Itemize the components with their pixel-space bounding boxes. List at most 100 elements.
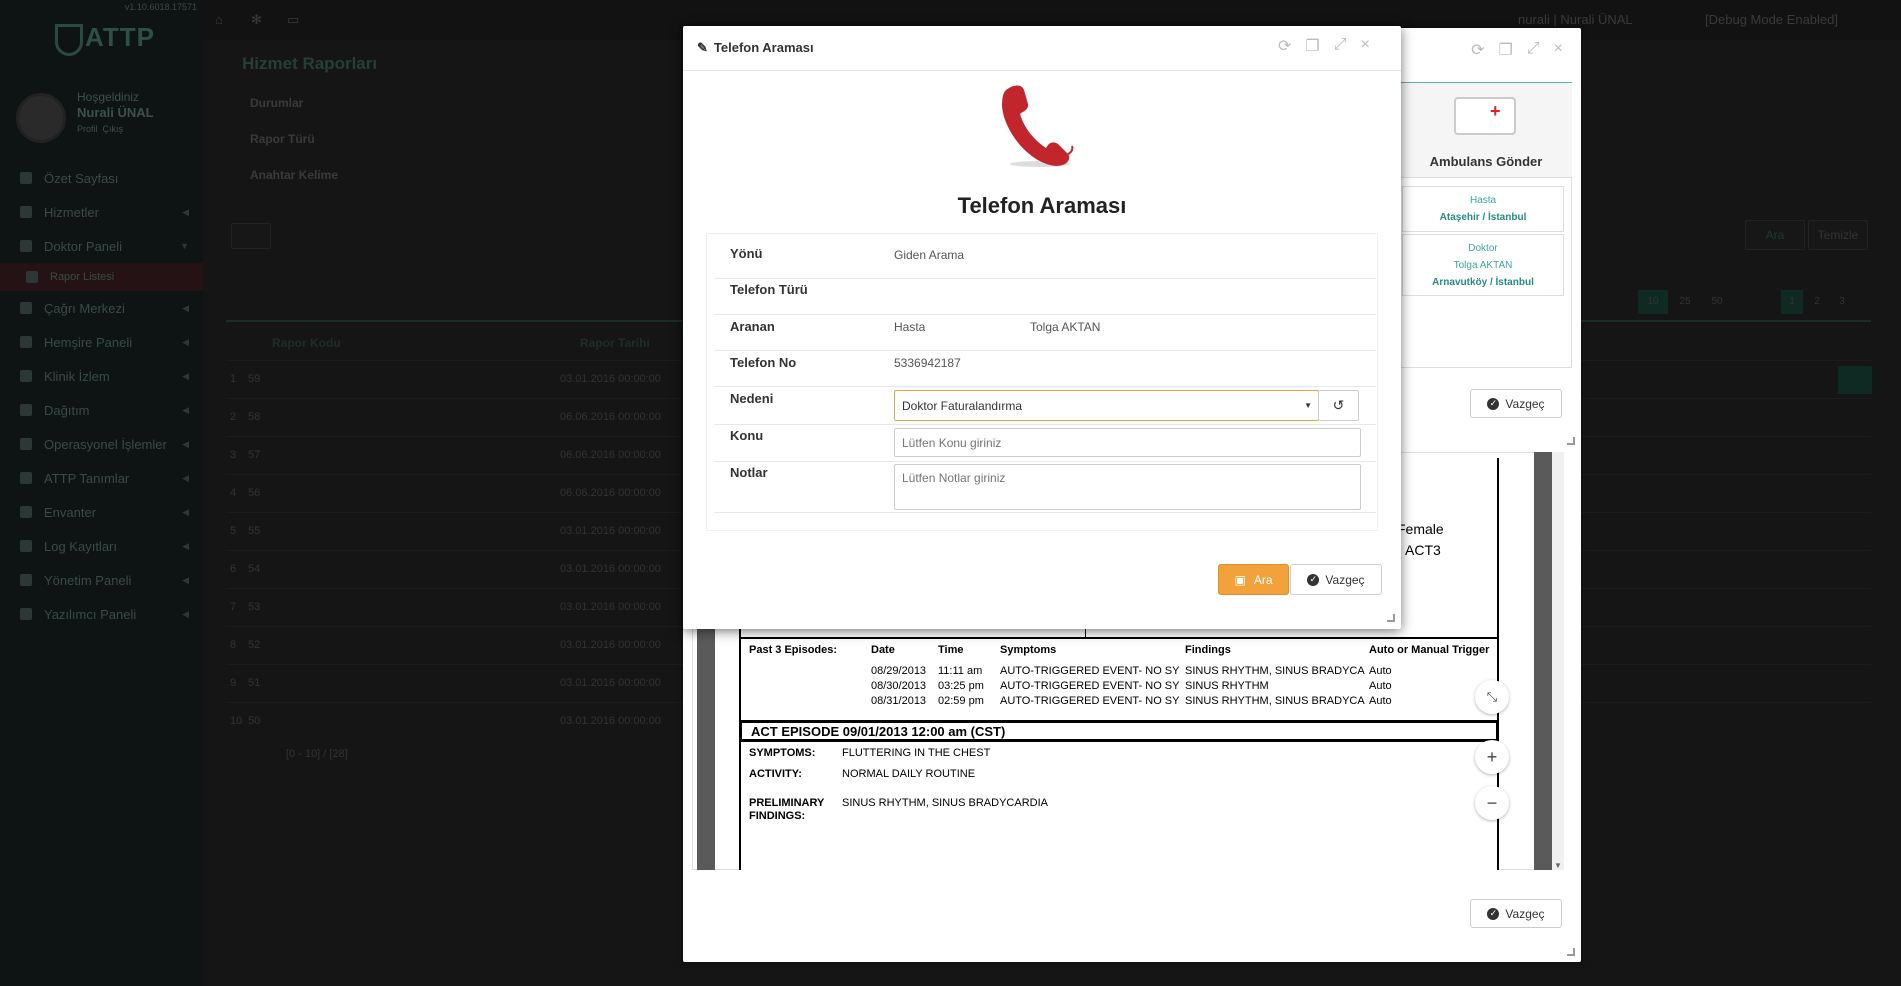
sidebar-item-yonetim[interactable]: Yönetim Paneli ◀	[0, 563, 203, 597]
page-size-10[interactable]: 10	[1638, 290, 1668, 314]
close-icon[interactable]: ×	[1361, 36, 1370, 56]
doctor-icon	[20, 240, 32, 252]
page-size-50[interactable]: 50	[1702, 290, 1732, 314]
phone-type-label: Telefon Türü	[730, 282, 808, 297]
direction-label: Yönü	[730, 246, 763, 261]
form-row	[714, 351, 1376, 387]
modal-header-icons: ⟳ ❐ ⤢ ×	[1471, 40, 1563, 60]
page-3[interactable]: 3	[1831, 290, 1853, 314]
logout-link[interactable]: Çıkış	[103, 124, 124, 134]
chevron-left-icon: ◀	[182, 574, 189, 585]
truck-icon	[20, 404, 32, 416]
chevron-left-icon: ◀	[182, 370, 189, 381]
callee-name: Tolga AKTAN	[1030, 320, 1101, 334]
page-1[interactable]: 1	[1781, 290, 1803, 314]
check-icon: ✓	[1487, 397, 1500, 410]
sidebar-item-dagitim[interactable]: Dağıtım ◀	[0, 393, 203, 427]
maximize-icon[interactable]: ⤢	[1334, 36, 1347, 56]
notes-textarea[interactable]	[894, 464, 1361, 510]
clear-button[interactable]: Temizle	[1808, 220, 1868, 250]
copy-icon[interactable]: ❐	[1499, 40, 1513, 60]
fit-screen-icon[interactable]: ⤡	[1475, 680, 1509, 714]
viewer-gutter	[1534, 452, 1552, 870]
welcome-block: Hoşgeldiniz Nurali ÜNAL Profil Çıkış	[77, 90, 154, 134]
col-header-code[interactable]: Rapor Kodu	[272, 336, 341, 350]
ambulance-icon	[1454, 97, 1516, 135]
form-row	[714, 279, 1376, 315]
close-icon[interactable]: ×	[1554, 40, 1563, 60]
sidebar-item-attp[interactable]: ATTP Tanımlar ◀	[0, 461, 203, 495]
filter-label-keyword: Anahtar Kelime	[250, 168, 339, 182]
zoom-out-icon[interactable]: −	[1475, 786, 1509, 820]
callee-label: Aranan	[730, 319, 775, 334]
wrench-icon	[20, 472, 32, 484]
callee-type: Hasta	[894, 320, 926, 334]
resize-handle[interactable]	[1387, 614, 1395, 622]
chevron-left-icon: ◀	[182, 506, 189, 517]
refresh-icon[interactable]: ⟳	[1278, 36, 1291, 56]
sidebar-item-envanter[interactable]: Envanter ◀	[0, 495, 203, 529]
page-2[interactable]: 2	[1806, 290, 1828, 314]
resize-handle[interactable]	[1567, 437, 1575, 445]
sidebar-item-hemsire[interactable]: Hemşire Paneli ◀	[0, 325, 203, 359]
subject-input[interactable]	[894, 428, 1361, 457]
chevron-left-icon: ◀	[182, 438, 189, 449]
resize-handle[interactable]	[1567, 948, 1575, 956]
check-icon: ✓	[1487, 907, 1500, 920]
sidebar-item-log[interactable]: Log Kayıtları ◀	[0, 529, 203, 563]
zoom-in-icon[interactable]: +	[1475, 740, 1509, 774]
copy-icon[interactable]: ❐	[1305, 36, 1319, 56]
wrench-icon	[20, 438, 32, 450]
phone-icon	[20, 302, 32, 314]
cancel-button-top[interactable]: ✓ Vazgeç	[1470, 389, 1562, 418]
scroll-down-icon: ▼	[1554, 861, 1562, 870]
call-button[interactable]: ▣ Ara	[1218, 564, 1289, 595]
telephone-icon	[1002, 85, 1074, 167]
profile-link[interactable]: Profil	[77, 124, 98, 134]
range-text: [0 - 10] / [28]	[286, 748, 348, 760]
notes-label: Notlar	[730, 465, 768, 480]
home-icon[interactable]: ⌂	[215, 12, 223, 27]
gear-icon[interactable]: ✻	[251, 12, 262, 28]
sidebar-item-rapor-listesi[interactable]: Rapor Listesi	[0, 263, 203, 291]
sidebar-item-klinik[interactable]: Klinik İzlem ◀	[0, 359, 203, 393]
reason-select[interactable]: Doktor Faturalandırma ▼	[894, 390, 1319, 421]
send-ambulance-tile[interactable]: Ambulans Gönder	[1400, 83, 1572, 178]
col-header-date[interactable]: Rapor Tarihi	[580, 336, 650, 350]
chevron-left-icon: ◀	[182, 608, 189, 619]
keyboard-icon[interactable]: ▭	[287, 12, 299, 28]
wrench-icon	[20, 506, 32, 518]
add-button[interactable]	[231, 223, 271, 249]
page-size-25[interactable]: 25	[1670, 290, 1700, 314]
reset-icon[interactable]: ↺	[1318, 390, 1359, 421]
wrench-icon	[20, 540, 32, 552]
chevron-down-icon: ▼	[180, 241, 189, 251]
services-icon	[20, 206, 32, 218]
modal-title: ✎ Telefon Araması	[697, 40, 814, 55]
form-row	[714, 235, 1376, 279]
sidebar-item-yazilimci[interactable]: Yazılımcı Paneli ◀	[0, 597, 203, 631]
page-title: Hizmet Raporları	[242, 54, 378, 73]
sidebar-item-doktor[interactable]: Doktor Paneli ▼	[0, 229, 203, 263]
sidebar-item-hizmetler[interactable]: Hizmetler ◀	[0, 195, 203, 229]
sidebar-item-ozet[interactable]: Özet Sayfası	[0, 161, 203, 195]
reason-label: Nedeni	[730, 391, 774, 406]
sidebar-item-operasyonel[interactable]: Operasyonel İşlemler ◀	[0, 427, 203, 461]
subject-label: Konu	[730, 428, 764, 443]
phone-no-value: 5336942187	[894, 356, 961, 370]
debug-label: [Debug Mode Enabled]	[1705, 12, 1838, 27]
sidebar-item-cagri[interactable]: Çağrı Merkezi ◀	[0, 291, 203, 325]
user-menu[interactable]: nurali | Nurali ÜNAL	[1518, 12, 1633, 27]
direction-value: Giden Arama	[894, 248, 965, 262]
cancel-button-bottom[interactable]: ✓ Vazgeç	[1470, 899, 1562, 928]
refresh-icon[interactable]: ⟳	[1471, 40, 1484, 60]
chevron-down-icon: ▼	[1304, 401, 1312, 410]
edit-icon: ✎	[697, 40, 708, 55]
maximize-icon[interactable]: ⤢	[1527, 40, 1540, 60]
app-logo[interactable]: ATTP	[55, 20, 155, 60]
cancel-button[interactable]: ✓ Vazgeç	[1290, 564, 1382, 595]
search-button[interactable]: Ara	[1745, 220, 1805, 250]
user-icon	[20, 574, 32, 586]
chevron-left-icon: ◀	[182, 472, 189, 483]
viewer-scrollbar[interactable]: ▼	[1552, 452, 1564, 870]
